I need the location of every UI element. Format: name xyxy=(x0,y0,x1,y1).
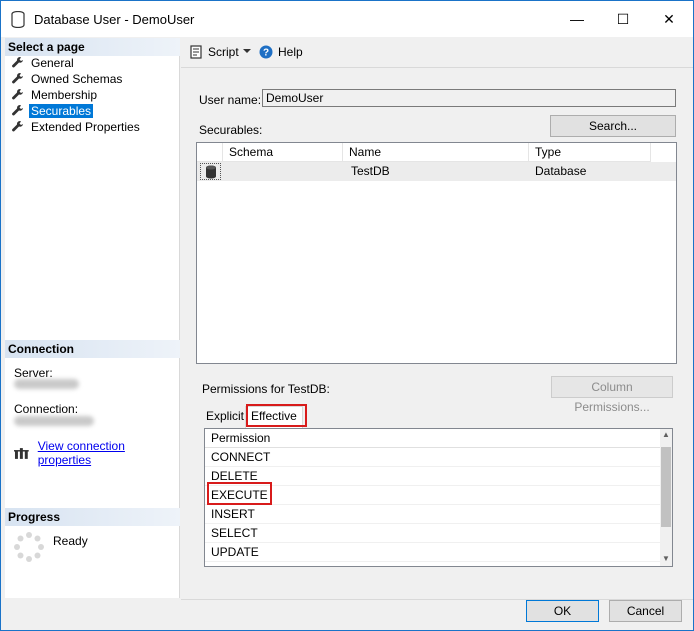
permissions-list: Permission CONNECT DELETE EXECUTE INSERT… xyxy=(204,428,673,567)
permissions-for-label: Permissions for TestDB: xyxy=(202,382,330,396)
help-icon: ? xyxy=(259,45,273,59)
tab-effective[interactable]: Effective xyxy=(245,406,303,428)
page-item-label: General xyxy=(31,55,74,70)
permissions-scrollbar[interactable]: ▲ ▼ xyxy=(660,429,672,566)
wrench-icon xyxy=(12,120,23,132)
user-name-field[interactable]: DemoUser xyxy=(262,89,676,107)
ok-button[interactable]: OK xyxy=(526,600,599,622)
database-icon xyxy=(206,165,216,179)
connection-header: Connection xyxy=(5,340,180,358)
minimize-icon: — xyxy=(570,11,584,27)
scroll-down-icon[interactable]: ▼ xyxy=(660,553,672,565)
left-pane: Select a page General Owned Schemas Memb… xyxy=(5,38,180,598)
user-name-label: User name: xyxy=(199,93,262,107)
page-item-general[interactable]: General xyxy=(11,55,76,70)
page-item-extended-properties[interactable]: Extended Properties xyxy=(11,119,142,134)
search-button[interactable]: Search... xyxy=(550,115,676,137)
permissions-header[interactable]: Permission xyxy=(205,429,661,448)
wrench-icon xyxy=(12,56,23,68)
dialog-footer: OK Cancel xyxy=(181,599,693,630)
database-user-dialog: Database User - DemoUser — ☐ ✕ Select a … xyxy=(0,0,694,631)
securables-page: User name: DemoUser Securables: Search..… xyxy=(181,69,693,599)
select-page-header: Select a page xyxy=(5,38,180,56)
scroll-up-icon[interactable]: ▲ xyxy=(660,429,672,441)
script-label: Script xyxy=(208,45,239,59)
tab-explicit[interactable]: Explicit xyxy=(201,407,244,427)
database-icon xyxy=(11,11,25,28)
help-label: Help xyxy=(278,45,303,59)
securables-label: Securables: xyxy=(199,123,263,137)
view-connection-link[interactable]: View connection properties xyxy=(38,439,179,467)
help-button[interactable]: ? Help xyxy=(259,45,303,59)
maximize-icon: ☐ xyxy=(616,10,630,27)
row-type: Database xyxy=(535,164,587,178)
row-icon-cell xyxy=(200,163,221,180)
scroll-thumb[interactable] xyxy=(661,447,671,527)
grid-header-type[interactable]: Type xyxy=(529,143,651,162)
close-button[interactable]: ✕ xyxy=(646,1,692,37)
cancel-button[interactable]: Cancel xyxy=(609,600,682,622)
page-item-label: Securables xyxy=(29,103,94,118)
script-icon xyxy=(190,45,202,59)
wrench-icon xyxy=(12,88,23,100)
page-item-label: Owned Schemas xyxy=(31,71,123,86)
list-item[interactable]: UPDATE xyxy=(205,543,661,562)
page-item-owned-schemas[interactable]: Owned Schemas xyxy=(11,71,124,86)
connection-value-redacted xyxy=(14,416,94,426)
list-item[interactable]: DELETE xyxy=(205,467,661,486)
connection-label: Connection: xyxy=(14,402,79,416)
page-item-securables[interactable]: Securables xyxy=(11,103,94,118)
list-item[interactable]: EXECUTE xyxy=(205,486,661,505)
maximize-button[interactable]: ☐ xyxy=(600,1,646,37)
page-item-label: Extended Properties xyxy=(31,119,140,134)
chevron-down-icon xyxy=(243,49,251,53)
script-button[interactable]: Script xyxy=(189,45,239,59)
grid-header-name[interactable]: Name xyxy=(343,143,529,162)
server-label: Server: xyxy=(14,366,53,380)
grid-header-icon-col xyxy=(197,143,223,162)
connection-properties-icon xyxy=(14,448,29,459)
minimize-button[interactable]: — xyxy=(554,1,600,37)
title-bar: Database User - DemoUser — ☐ ✕ xyxy=(1,1,693,37)
securables-grid: Schema Name Type TestDB Database xyxy=(196,142,677,364)
progress-status: Ready xyxy=(53,534,88,548)
grid-header-schema[interactable]: Schema xyxy=(223,143,343,162)
table-row[interactable]: TestDB Database xyxy=(197,162,676,181)
svg-text:?: ? xyxy=(263,48,269,59)
list-item[interactable]: INSERT xyxy=(205,505,661,524)
progress-spinner-icon xyxy=(14,532,44,562)
view-connection-properties[interactable]: View connection properties xyxy=(14,439,179,467)
list-item[interactable]: CONNECT xyxy=(205,448,661,467)
progress-header: Progress xyxy=(5,508,180,526)
list-item[interactable]: SELECT xyxy=(205,524,661,543)
wrench-icon xyxy=(12,104,23,116)
window-title: Database User - DemoUser xyxy=(34,12,195,27)
page-item-membership[interactable]: Membership xyxy=(11,87,99,102)
row-name: TestDB xyxy=(351,164,390,178)
server-value-redacted xyxy=(14,379,79,389)
close-icon: ✕ xyxy=(663,10,675,27)
wrench-icon xyxy=(12,72,23,84)
toolbar: Script ? Help xyxy=(181,38,693,68)
column-permissions-button[interactable]: Column Permissions... xyxy=(551,376,673,414)
script-dropdown-arrow[interactable] xyxy=(242,47,252,55)
page-item-label: Membership xyxy=(31,87,98,102)
